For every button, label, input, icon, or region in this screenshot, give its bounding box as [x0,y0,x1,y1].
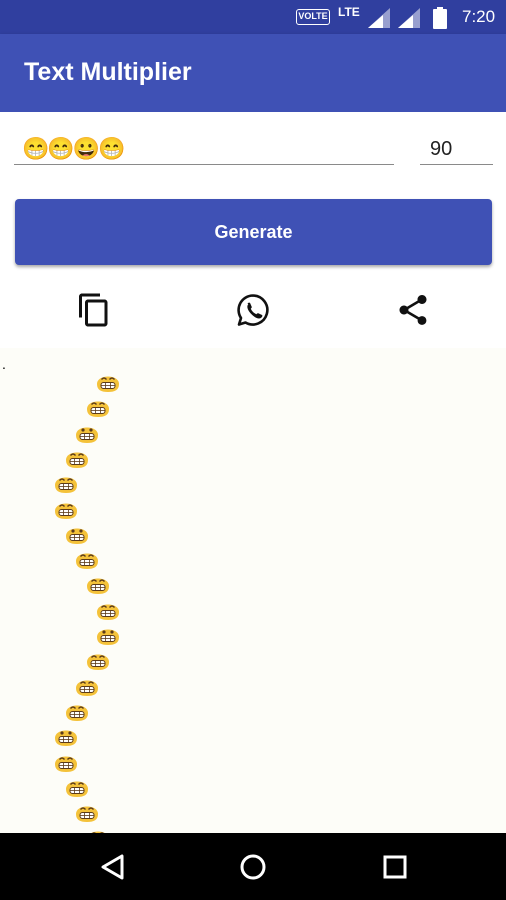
grinning-face-emoji [64,522,90,545]
whatsapp-button[interactable] [235,292,271,328]
beaming-face-emoji [64,699,90,722]
beaming-face-emoji [64,446,90,469]
clock: 7:20 [462,7,496,26]
count-input-value: 90 [430,138,453,160]
share-button[interactable] [395,292,431,328]
back-icon[interactable] [98,852,128,882]
output-area: . [0,348,506,833]
beaming-face-emoji [64,775,90,798]
app-title: Text Multiplier [24,58,192,86]
generate-button[interactable]: Generate [15,199,492,265]
volte-badge: VOLTE [296,9,330,25]
recents-icon[interactable] [380,852,410,882]
beaming-face-emoji [95,598,121,621]
volte-label: VOLTE [298,11,328,21]
beaming-face-emoji [74,800,100,823]
output-leading-dot: . [2,356,6,372]
beaming-face-emoji [74,547,100,570]
beaming-face-emoji [85,648,111,671]
signal-icon [398,8,420,28]
beaming-face-emoji [53,471,79,494]
count-input[interactable]: 90 [420,136,493,165]
grinning-face-emoji [95,623,121,646]
status-bar: VOLTE LTE 7:20 [0,0,506,34]
beaming-face-emoji [85,395,111,418]
whatsapp-icon [237,294,269,326]
home-icon[interactable] [238,852,268,882]
beaming-face-emoji [74,674,100,697]
app-bar: Text Multiplier [0,34,506,112]
share-icon [399,295,427,325]
beaming-face-emoji [95,370,121,393]
text-input-value: 😁😁😀😁 [22,136,126,161]
beaming-face-emoji [53,750,79,773]
navigation-bar [0,833,506,900]
copy-icon [79,293,108,327]
beaming-face-emoji [53,497,79,520]
battery-icon [433,7,447,29]
text-input[interactable]: 😁😁😀😁 [14,136,394,165]
grinning-face-emoji [53,724,79,747]
grinning-face-emoji [74,421,100,444]
copy-button[interactable] [76,292,112,328]
beaming-face-emoji [85,572,111,595]
network-type: LTE [338,5,360,19]
beaming-face-emoji [85,825,111,833]
signal-icon [368,8,390,28]
generate-button-label: Generate [214,221,293,242]
